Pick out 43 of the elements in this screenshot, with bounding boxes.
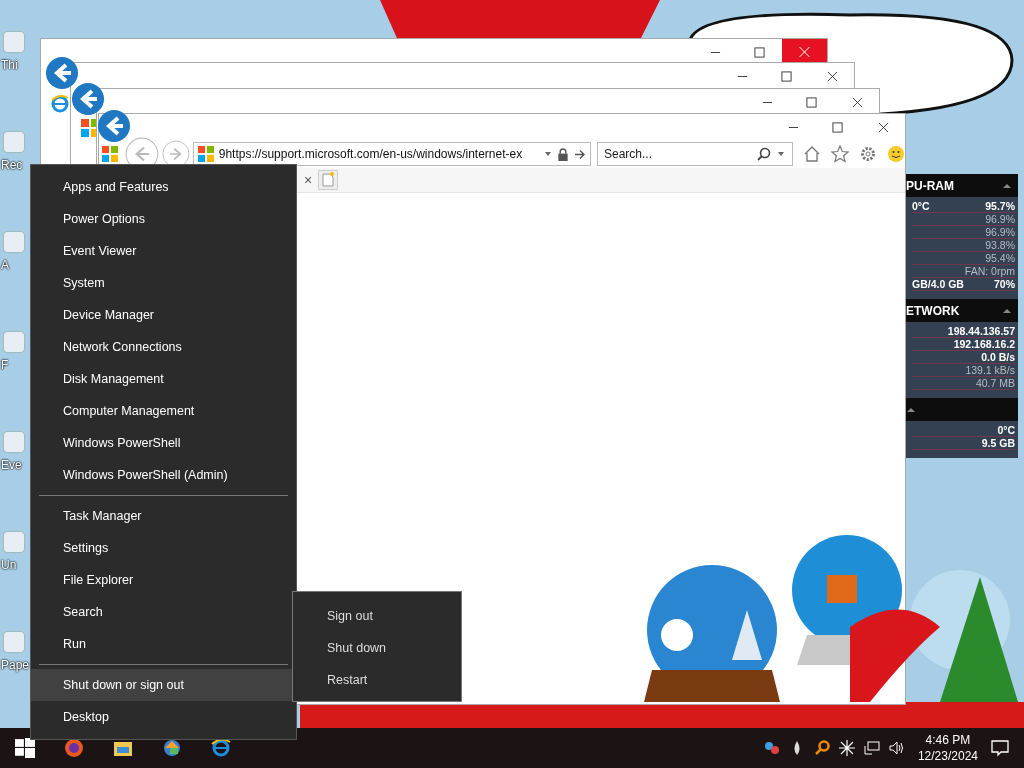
gadget-value: 40.7 MB	[975, 377, 1015, 389]
menu-item[interactable]: Event Viewer	[31, 235, 296, 267]
gadget-value: GB/4.0 GB	[912, 278, 964, 290]
menu-item[interactable]: Restart	[293, 664, 461, 696]
menu-item[interactable]: Windows PowerShell (Admin)	[31, 459, 296, 491]
gadget-value: 95.4%	[985, 252, 1015, 264]
menu-item[interactable]: System	[31, 267, 296, 299]
menu-item[interactable]: Power Options	[31, 203, 296, 235]
gadget-value: 9.5 GB	[981, 437, 1015, 449]
tab-close-button[interactable]: ×	[302, 171, 315, 189]
gadget-value: 96.9%	[985, 213, 1015, 225]
menu-item[interactable]: Settings	[31, 532, 296, 564]
menu-item[interactable]: Run	[31, 628, 296, 660]
gadget-value: 198.44.136.57	[947, 325, 1015, 337]
menu-item[interactable]: Network Connections	[31, 331, 296, 363]
menu-item[interactable]: Task Manager	[31, 500, 296, 532]
gadget-value: 70%	[994, 278, 1015, 290]
menu-item[interactable]: Disk Management	[31, 363, 296, 395]
gadget-value: 0°C	[912, 200, 930, 212]
menu-item[interactable]: Desktop	[31, 701, 296, 733]
gadget-title: ETWORK	[906, 303, 960, 318]
menu-item[interactable]: File Explorer	[31, 564, 296, 596]
gadget-value: FAN: 0rpm	[964, 265, 1015, 277]
gadget-value: 95.7%	[985, 200, 1015, 212]
gadget-value: 96.9%	[985, 226, 1015, 238]
gadget-value: 0°C	[997, 424, 1015, 436]
menu-item[interactable]: Sign out	[293, 600, 461, 632]
clock-time[interactable]: 4:46 PM	[925, 732, 971, 748]
gadget-value: 139.1 kB/s	[965, 364, 1015, 376]
menu-item[interactable]: Shut down	[293, 632, 461, 664]
menu-item[interactable]: Windows PowerShell	[31, 427, 296, 459]
menu-item[interactable]: Search	[31, 596, 296, 628]
menu-item[interactable]: Computer Management	[31, 395, 296, 427]
gadget-title: PU-RAM	[906, 178, 954, 193]
gadget-value: 93.8%	[985, 239, 1015, 251]
menu-item[interactable]: Device Manager	[31, 299, 296, 331]
clock-date[interactable]: 12/23/2024	[917, 748, 978, 764]
search-field[interactable]: Search...	[597, 142, 793, 166]
address-text: 9https://support.microsoft.com/en-us/windows/internet-ex	[218, 147, 524, 161]
gadget-value: 0.0 B/s	[981, 351, 1015, 363]
address-bar[interactable]: 9https://support.microsoft.com/en-us/windows/internet-ex	[192, 142, 591, 166]
menu-item[interactable]: Apps and Features	[31, 171, 296, 203]
gadget-value: 192.168.16.2	[953, 338, 1015, 350]
